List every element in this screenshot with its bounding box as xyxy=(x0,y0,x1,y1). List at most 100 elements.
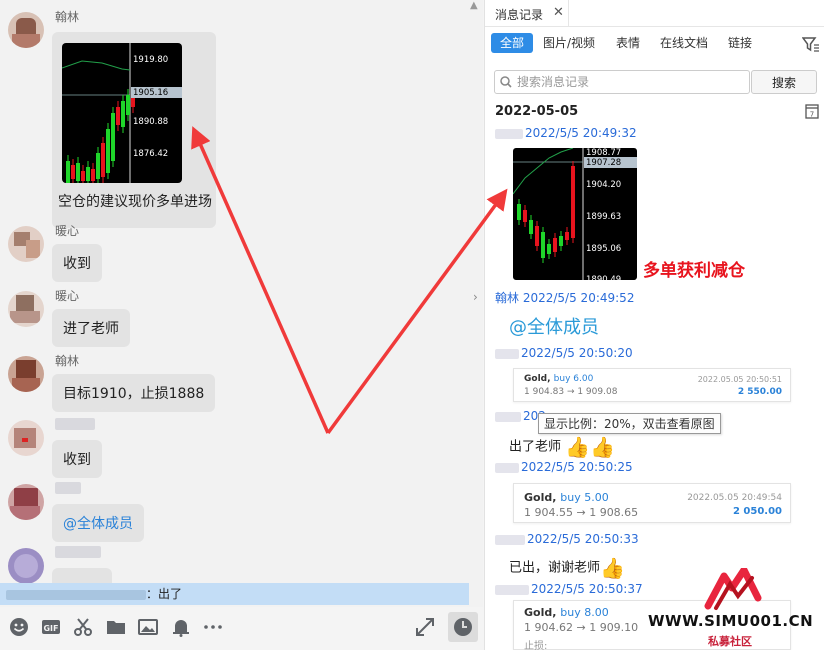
candle xyxy=(81,171,85,181)
candle xyxy=(559,236,563,246)
price-chart[interactable]: 1919.80 1905.16 1890.88 1876.42 xyxy=(62,43,182,183)
candle xyxy=(541,232,545,258)
avatar[interactable] xyxy=(8,548,44,584)
candle xyxy=(126,95,130,115)
expand-icon[interactable] xyxy=(414,617,436,639)
scroll-up-icon[interactable]: ▲ xyxy=(470,0,478,11)
message-text: 已出，谢谢老师👍 xyxy=(509,556,625,580)
price-tick-label: 1895.06 xyxy=(586,244,621,254)
message-meta: 2022/5/5 20:50:37 xyxy=(495,582,643,596)
filter-tab-media[interactable]: 图片/视频 xyxy=(543,36,595,50)
moving-average-line xyxy=(62,60,131,71)
sender-name: 翰林 xyxy=(55,354,80,368)
filter-tab-docs[interactable]: 在线文档 xyxy=(660,36,708,50)
sender-name xyxy=(55,544,101,558)
tab-label: 消息记录 xyxy=(495,8,544,22)
trade-card[interactable]: Gold, buy 6.00 1 904.83 → 1 909.08 2022.… xyxy=(513,368,791,402)
zoom-tooltip: 显示比例：20%，双击查看原图 xyxy=(538,413,721,434)
avatar[interactable] xyxy=(8,291,44,327)
message-meta: 2022/5/5 20:50:20 xyxy=(495,346,633,360)
candle xyxy=(76,163,80,181)
price-tick-label: 1890.49 xyxy=(586,275,621,280)
filter-tab-emoji[interactable]: 表情 xyxy=(616,36,640,50)
avatar[interactable] xyxy=(8,484,44,520)
bell-icon[interactable] xyxy=(170,617,192,639)
sender-name xyxy=(55,416,95,430)
candle xyxy=(66,161,70,183)
thumbs-up-icon: 👍 xyxy=(565,435,591,459)
mention-text: @全体成员 xyxy=(509,317,599,338)
message-bubble: 目标1910，止损1888 xyxy=(52,374,216,412)
candlestick-chart: 1919.80 1905.16 1890.88 1876.42 xyxy=(62,43,182,183)
mention-bubble: @全体成员 xyxy=(52,504,144,542)
input-toolbar: GIF xyxy=(0,607,483,650)
message-meta: 2022/5/5 20:50:33 xyxy=(495,532,639,546)
price-tick-label: 1876.42 xyxy=(133,149,168,159)
price-tick-label: 1907.28 xyxy=(586,158,621,168)
candle xyxy=(101,143,105,177)
folder-icon[interactable] xyxy=(105,617,127,639)
scissors-icon[interactable] xyxy=(72,617,94,639)
calendar-icon[interactable]: 7 xyxy=(805,103,819,119)
message-bubble: 收到 xyxy=(52,244,102,282)
collapse-panel-icon[interactable]: › xyxy=(473,290,478,304)
candle xyxy=(96,153,100,179)
candle xyxy=(106,129,110,173)
thumbs-up-icon: 👍 xyxy=(590,435,615,459)
candle xyxy=(517,204,521,220)
message-text: 空仓的建议现价多单进场 xyxy=(58,194,212,210)
candle xyxy=(553,238,557,252)
chat-panel: ▲ 翰林 1919.80 1905.16 1890.88 1876.42 空仓的建议现… xyxy=(0,0,483,650)
avatar[interactable] xyxy=(8,12,44,48)
search-input[interactable] xyxy=(494,70,750,94)
candle xyxy=(121,101,125,127)
price-tick-label: 1919.80 xyxy=(133,55,168,65)
thumbs-up-icon: 👍 xyxy=(600,556,625,580)
avatar[interactable] xyxy=(8,420,44,456)
gif-icon[interactable]: GIF xyxy=(40,617,62,639)
sender-name: 翰林 xyxy=(55,10,80,24)
candle xyxy=(71,165,75,179)
candle xyxy=(116,107,120,125)
search-icon xyxy=(500,76,512,88)
tab-message-history[interactable]: 消息记录 ✕ xyxy=(485,0,569,27)
image-icon[interactable] xyxy=(137,617,159,639)
candle xyxy=(571,166,575,238)
annotation-text: 多单获利减仓 xyxy=(643,261,745,281)
candlestick-chart: 1908.771907.28 1904.20 1899.63 1895.06 1890.… xyxy=(513,148,637,280)
clock-icon xyxy=(454,618,472,636)
trade-card[interactable]: Gold, buy 5.00 1 904.55 → 1 908.65 2022.… xyxy=(513,483,791,523)
quote-notice-bar[interactable]: ：出了 xyxy=(0,583,469,605)
sender-name: 翰林 xyxy=(495,291,520,305)
candle xyxy=(86,167,90,181)
candle xyxy=(547,244,551,254)
sender-name: 暖心 xyxy=(55,289,80,303)
sender-name: 暖心 xyxy=(55,224,80,238)
candle xyxy=(565,232,569,240)
filter-tab-links[interactable]: 链接 xyxy=(728,36,752,50)
price-tick-label: 1904.20 xyxy=(586,180,621,190)
moving-average-line xyxy=(513,148,574,195)
filter-icon[interactable] xyxy=(802,36,820,52)
filter-tab-all[interactable]: 全部 xyxy=(491,33,534,53)
message-meta: 2022/5/5 20:50:25 xyxy=(495,460,633,474)
more-icon[interactable] xyxy=(202,617,224,639)
search-button[interactable]: 搜索 xyxy=(751,70,817,94)
chart-image-bubble[interactable]: 1919.80 1905.16 1890.88 1876.42 空仓的建议现价多单进场 xyxy=(52,32,216,228)
emoji-icon[interactable] xyxy=(8,617,30,639)
price-tick-label: 1905.16 xyxy=(133,88,168,98)
message-history-panel: 消息记录 ✕ 全部 图片/视频 表情 在线文档 链接 搜索 2022-05-05… xyxy=(484,0,824,650)
price-chart[interactable]: 1908.77 1907.28 1904.20 1899.63 1895.06 1890.… xyxy=(513,148,637,280)
candle xyxy=(91,169,95,181)
avatar[interactable] xyxy=(8,356,44,392)
candle xyxy=(111,113,115,161)
avatar[interactable] xyxy=(8,226,44,262)
svg-text:7: 7 xyxy=(810,111,814,119)
simu-logo-icon xyxy=(704,568,762,610)
notice-text: ：出了 xyxy=(146,587,183,601)
history-clock-button[interactable] xyxy=(448,612,478,642)
message-meta: 翰林 2022/5/5 20:49:52 xyxy=(495,291,635,305)
close-icon[interactable]: ✕ xyxy=(553,5,564,20)
sender-name xyxy=(55,480,81,494)
site-watermark: WWW.SIMU001.CN 私募社区 xyxy=(646,568,824,650)
